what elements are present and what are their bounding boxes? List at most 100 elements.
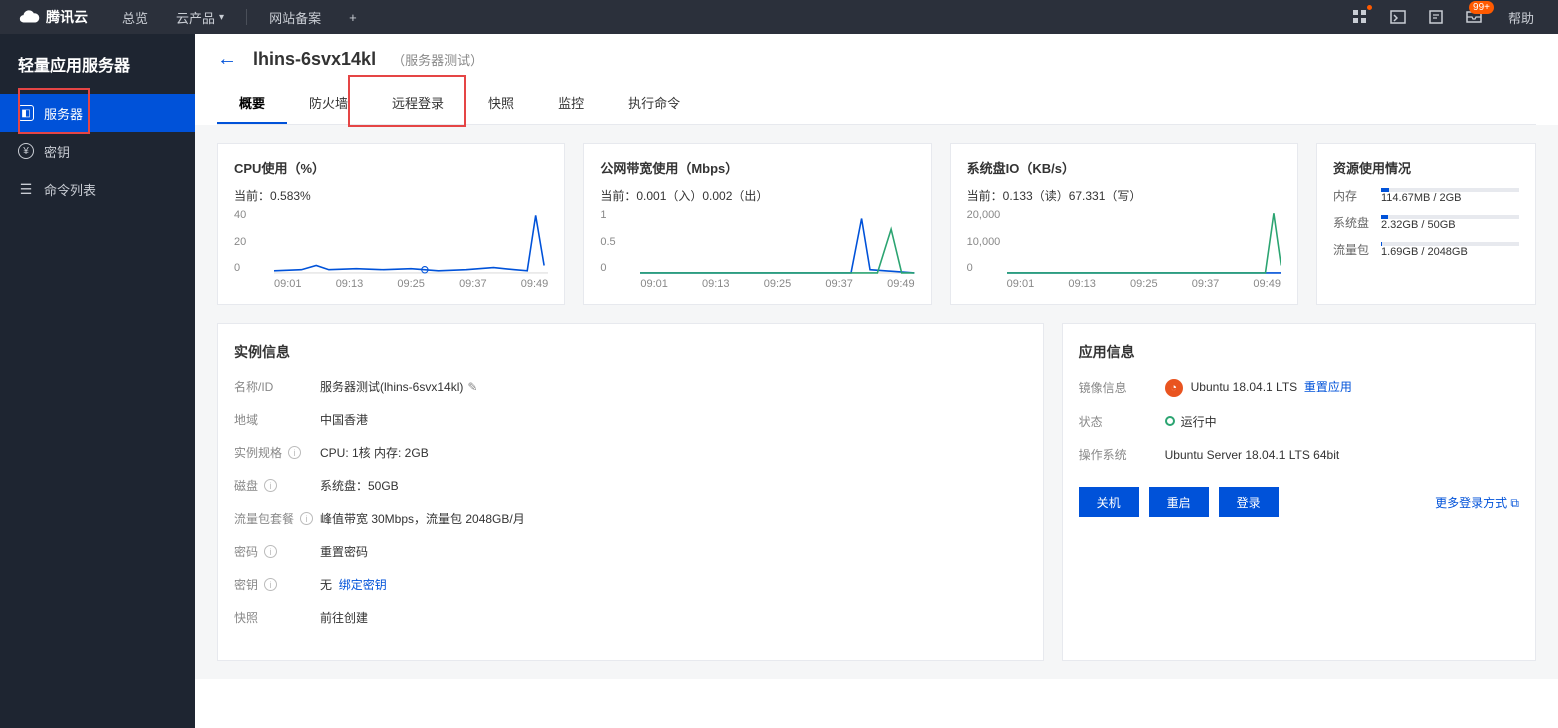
content: CPU使用（%） 当前：0.583% 40200 09:0109:1309:25… bbox=[195, 125, 1558, 679]
xtick: 09:37 bbox=[459, 278, 487, 290]
nav-sep bbox=[246, 9, 247, 25]
k: 地域 bbox=[234, 411, 320, 428]
card-app: 应用信息 镜像信息 ◔Ubuntu 18.04.1 LTS 重置应用 状态运行中… bbox=[1062, 323, 1536, 661]
nav-filing[interactable]: 网站备案 bbox=[257, 0, 333, 34]
xtick: 09:49 bbox=[1253, 278, 1281, 290]
k: 镜像信息 bbox=[1079, 379, 1165, 396]
xtick: 09:37 bbox=[825, 278, 853, 290]
xtick: 09:25 bbox=[397, 278, 425, 290]
help-icon[interactable]: i bbox=[300, 512, 313, 525]
tab-overview[interactable]: 概要 bbox=[217, 83, 287, 124]
k-label: 实例规格 bbox=[234, 444, 282, 461]
nav-add[interactable]: + bbox=[337, 0, 369, 34]
res-label: 流量包 bbox=[1333, 241, 1371, 258]
xtick: 09:01 bbox=[274, 278, 302, 290]
disk-chart: 20,00010,0000 09:0109:1309:2509:3709:49 bbox=[967, 210, 1281, 290]
xtick: 09:13 bbox=[336, 278, 364, 290]
help-icon[interactable]: i bbox=[264, 479, 277, 492]
app-image: Ubuntu 18.04.1 LTS bbox=[1191, 380, 1298, 394]
nav-products[interactable]: 云产品▾ bbox=[164, 0, 236, 34]
xtick: 09:25 bbox=[764, 278, 792, 290]
topbar-right: 99+ 帮助 bbox=[1350, 7, 1548, 27]
metrics-row: CPU使用（%） 当前：0.583% 40200 09:0109:1309:25… bbox=[217, 143, 1536, 305]
ubuntu-icon: ◔ bbox=[1165, 379, 1183, 397]
ytick: 40 bbox=[234, 210, 246, 221]
edit-icon[interactable]: ✎ bbox=[467, 380, 477, 394]
nav-overview[interactable]: 总览 bbox=[110, 0, 160, 34]
instance-title: 实例信息 bbox=[234, 342, 1027, 362]
xtick: 09:37 bbox=[1192, 278, 1220, 290]
tabs: 概要 防火墙 远程登录 快照 监控 执行命令 bbox=[217, 83, 1536, 125]
sidebar-item-label: 密钥 bbox=[44, 142, 70, 161]
sidebar-item-key[interactable]: ¥ 密钥 bbox=[0, 132, 195, 170]
tab-snapshot[interactable]: 快照 bbox=[466, 83, 536, 124]
ytick: 10,000 bbox=[967, 237, 1001, 248]
nav-help[interactable]: 帮助 bbox=[1502, 8, 1540, 27]
res-sys: 系统盘 2.32GB / 50GB bbox=[1333, 214, 1519, 231]
card-cpu: CPU使用（%） 当前：0.583% 40200 09:0109:1309:25… bbox=[217, 143, 565, 305]
tab-remote[interactable]: 远程登录 bbox=[370, 83, 466, 124]
card-instance: 实例信息 名称/ID服务器测试(lhins-6svx14kl)✎ 地域中国香港 … bbox=[217, 323, 1044, 661]
res-label: 系统盘 bbox=[1333, 214, 1371, 231]
page-title: lhins-6svx14kl bbox=[253, 49, 376, 70]
main: ← lhins-6svx14kl （服务器测试） 概要 防火墙 远程登录 快照 … bbox=[195, 34, 1558, 728]
k-label: 流量包套餐 bbox=[234, 510, 294, 527]
tab-firewall[interactable]: 防火墙 bbox=[287, 83, 370, 124]
cur-label: 当前： bbox=[600, 189, 636, 203]
cpu-title: CPU使用（%） bbox=[234, 158, 548, 177]
reset-app-link[interactable]: 重置应用 bbox=[1304, 380, 1352, 394]
ytick: 0 bbox=[967, 263, 1001, 274]
res-mem: 内存 114.67MB / 2GB bbox=[1333, 187, 1519, 204]
bind-key-link[interactable]: 绑定密钥 bbox=[339, 578, 387, 592]
status-dot-icon bbox=[1165, 416, 1175, 426]
card-diskio: 系统盘IO（KB/s） 当前：0.133（读）67.331（写） 20,0001… bbox=[950, 143, 1298, 305]
grid-icon[interactable] bbox=[1350, 7, 1370, 27]
ytick: 20 bbox=[234, 237, 246, 248]
xtick: 09:25 bbox=[1130, 278, 1158, 290]
xtick: 09:13 bbox=[1068, 278, 1096, 290]
brand-logo[interactable]: 腾讯云 bbox=[10, 6, 96, 28]
xtick: 09:49 bbox=[521, 278, 549, 290]
note-icon[interactable] bbox=[1426, 7, 1446, 27]
xtick: 09:01 bbox=[640, 278, 668, 290]
card-resources: 资源使用情况 内存 114.67MB / 2GB 系统盘 2.32GB / 50… bbox=[1316, 143, 1536, 305]
help-icon[interactable]: i bbox=[264, 545, 277, 558]
more-login-label: 更多登录方式 bbox=[1435, 496, 1507, 510]
instance-name: 服务器测试(lhins-6svx14kl) bbox=[320, 378, 463, 395]
help-icon[interactable]: i bbox=[288, 446, 301, 459]
reset-password-link[interactable]: 重置密码 bbox=[320, 543, 368, 560]
shell-icon[interactable] bbox=[1388, 7, 1408, 27]
notif-badge: 99+ bbox=[1469, 1, 1494, 14]
topbar: 腾讯云 总览 云产品▾ 网站备案 + 99+ 帮助 bbox=[0, 0, 1558, 34]
instance-disk: 系统盘：50GB bbox=[320, 477, 399, 494]
create-snapshot-link[interactable]: 前往创建 bbox=[320, 609, 368, 626]
xtick: 09:49 bbox=[887, 278, 915, 290]
more-login-link[interactable]: 更多登录方式 ⧉ bbox=[1435, 494, 1519, 511]
sidebar-item-cmdlist[interactable]: ☰ 命令列表 bbox=[0, 170, 195, 208]
k: 操作系统 bbox=[1079, 446, 1165, 463]
res-pkg: 流量包 1.69GB / 2048GB bbox=[1333, 241, 1519, 258]
help-icon[interactable]: i bbox=[264, 578, 277, 591]
tab-exec[interactable]: 执行命令 bbox=[606, 83, 702, 124]
back-button[interactable]: ← bbox=[217, 48, 237, 71]
key-icon: ¥ bbox=[18, 143, 34, 159]
inbox-icon[interactable]: 99+ bbox=[1464, 7, 1484, 27]
ytick: 1 bbox=[600, 210, 615, 221]
disk-title: 系统盘IO（KB/s） bbox=[967, 158, 1281, 177]
restart-button[interactable]: 重启 bbox=[1149, 487, 1209, 517]
shutdown-button[interactable]: 关机 bbox=[1079, 487, 1139, 517]
sidebar-item-server[interactable]: ◧ 服务器 bbox=[0, 94, 195, 132]
cloud-icon bbox=[18, 6, 40, 28]
instance-key: 无 bbox=[320, 578, 332, 592]
login-button[interactable]: 登录 bbox=[1219, 487, 1279, 517]
tab-monitor[interactable]: 监控 bbox=[536, 83, 606, 124]
instance-pkg: 峰值带宽 30Mbps，流量包 2048GB/月 bbox=[320, 510, 525, 527]
nav-products-label: 云产品 bbox=[176, 8, 215, 27]
cur-label: 当前： bbox=[234, 189, 270, 203]
list-icon: ☰ bbox=[18, 181, 34, 197]
k-label: 密码 bbox=[234, 543, 258, 560]
k-label: 磁盘 bbox=[234, 477, 258, 494]
disk-current: 0.133（读）67.331（写） bbox=[1003, 189, 1142, 203]
net-chart: 10.50 09:0109:1309:2509:3709:49 bbox=[600, 210, 914, 290]
res-title: 资源使用情况 bbox=[1333, 158, 1519, 177]
